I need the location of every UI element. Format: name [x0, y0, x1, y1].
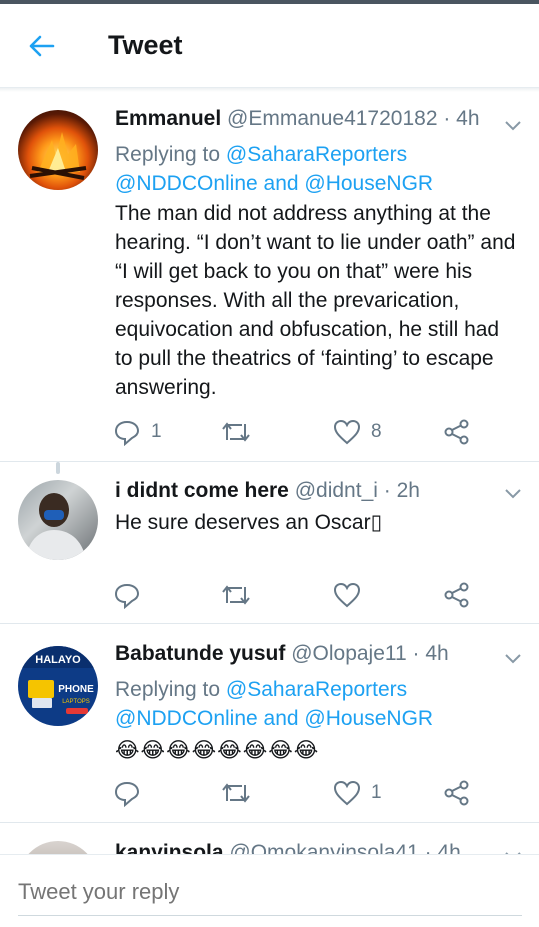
chevron-down-icon[interactable]	[503, 118, 523, 132]
person-photo-icon	[26, 493, 86, 560]
reply-button[interactable]	[113, 580, 141, 610]
share-icon	[444, 582, 469, 608]
brand-logo-icon: HALAYO PHONE LAPTOPS	[18, 646, 98, 714]
author-name[interactable]: i didnt come here	[115, 479, 289, 502]
reply-count: 1	[151, 421, 162, 442]
avatar[interactable]	[18, 110, 98, 190]
share-button[interactable]	[443, 778, 471, 808]
retweet-button[interactable]	[220, 778, 252, 808]
mention-link[interactable]: @NDDCOnline and @HouseNGR	[115, 707, 433, 730]
brand-name: HALAYO	[35, 654, 81, 666]
retweet-button[interactable]	[220, 580, 252, 610]
reply-button[interactable]: 1	[113, 417, 162, 447]
tweet-text: He sure deserves an Oscar▯	[115, 511, 383, 534]
retweet-button[interactable]	[220, 417, 252, 447]
avatar[interactable]	[18, 841, 98, 854]
mention-link[interactable]: @SaharaReporters	[226, 678, 407, 701]
heart-icon	[333, 780, 361, 806]
tweet-text: The man did not address anything at the …	[115, 202, 516, 399]
like-button[interactable]	[333, 580, 361, 610]
reply-button[interactable]	[113, 778, 141, 808]
share-icon	[444, 780, 469, 806]
tweet-actions	[113, 580, 493, 610]
share-button[interactable]	[443, 417, 471, 447]
tweet-time: · 4h	[443, 107, 480, 130]
tweet-header: kanyinsola @Omokanyinsola41 · 4h	[115, 840, 521, 854]
brand-tag: LAPTOPS	[62, 699, 90, 705]
retweet-icon	[222, 783, 250, 803]
replying-to: Replying to @SaharaReporters @NDDCOnline…	[115, 675, 521, 733]
mention-link[interactable]: @SaharaReporters	[226, 143, 407, 166]
avatar[interactable]	[18, 480, 98, 560]
like-count: 8	[371, 421, 382, 442]
share-icon	[444, 419, 469, 445]
heart-icon	[333, 582, 361, 608]
comment-icon	[114, 781, 140, 807]
tweet-emoji: 😂😂😂😂😂😂😂😂	[115, 739, 320, 762]
like-button[interactable]: 8	[333, 417, 382, 447]
back-button[interactable]	[22, 30, 60, 62]
retweet-icon	[222, 585, 250, 605]
reply-composer	[0, 854, 539, 927]
chevron-down-icon[interactable]	[503, 651, 523, 665]
like-button[interactable]: 1	[333, 778, 382, 808]
tweet-header: i didnt come here @didnt_i · 2h	[115, 478, 521, 504]
comment-icon	[114, 583, 140, 609]
tweet-didnt-come-here[interactable]: i didnt come here @didnt_i · 2h He sure …	[0, 462, 539, 624]
tweet-kanyinsola[interactable]: kanyinsola @Omokanyinsola41 · 4h	[0, 823, 539, 854]
chevron-down-icon[interactable]	[503, 486, 523, 500]
share-button[interactable]	[443, 580, 471, 610]
tweet-time: · 2h	[383, 479, 420, 502]
author-handle[interactable]: @Olopaje11	[291, 642, 407, 665]
author-handle[interactable]: @Emmanue41720182	[227, 107, 437, 130]
tweet-time: · 4h	[412, 642, 449, 665]
reply-input[interactable]	[18, 879, 522, 916]
avatar[interactable]: HALAYO PHONE LAPTOPS	[18, 646, 98, 726]
replying-label: Replying to	[115, 678, 221, 701]
tweet-time: · 4h	[424, 841, 461, 854]
retweet-icon	[222, 422, 250, 442]
author-name[interactable]: kanyinsola	[115, 841, 224, 854]
page-title: Tweet	[108, 30, 183, 60]
tweet-actions: 1 8	[113, 417, 493, 447]
arrow-left-icon	[29, 35, 55, 57]
comment-icon	[114, 420, 140, 446]
author-name[interactable]: Babatunde yusuf	[115, 642, 285, 665]
like-count: 1	[371, 782, 382, 803]
author-name[interactable]: Emmanuel	[115, 107, 221, 130]
tweet-header: Emmanuel @Emmanue41720182 · 4h	[115, 106, 521, 132]
tweet-emmanuel[interactable]: Emmanuel @Emmanue41720182 · 4h Replying …	[0, 92, 539, 462]
fire-icon	[29, 132, 87, 180]
tweet-header: Babatunde yusuf @Olopaje11 · 4h	[115, 641, 521, 667]
author-handle[interactable]: @Omokanyinsola41	[229, 841, 418, 854]
brand-tag: PHONE	[58, 684, 94, 695]
replying-to: Replying to @SaharaReporters @NDDCOnline…	[115, 140, 521, 198]
app-bar: Tweet	[0, 4, 539, 88]
thread-line	[56, 462, 60, 474]
author-handle[interactable]: @didnt_i	[295, 479, 378, 502]
mention-link[interactable]: @NDDCOnline and @HouseNGR	[115, 172, 433, 195]
heart-icon	[333, 419, 361, 445]
tweet-actions: 1	[113, 778, 493, 808]
replying-label: Replying to	[115, 143, 221, 166]
tweet-babatunde[interactable]: HALAYO PHONE LAPTOPS Babatunde yusuf @Ol…	[0, 624, 539, 823]
